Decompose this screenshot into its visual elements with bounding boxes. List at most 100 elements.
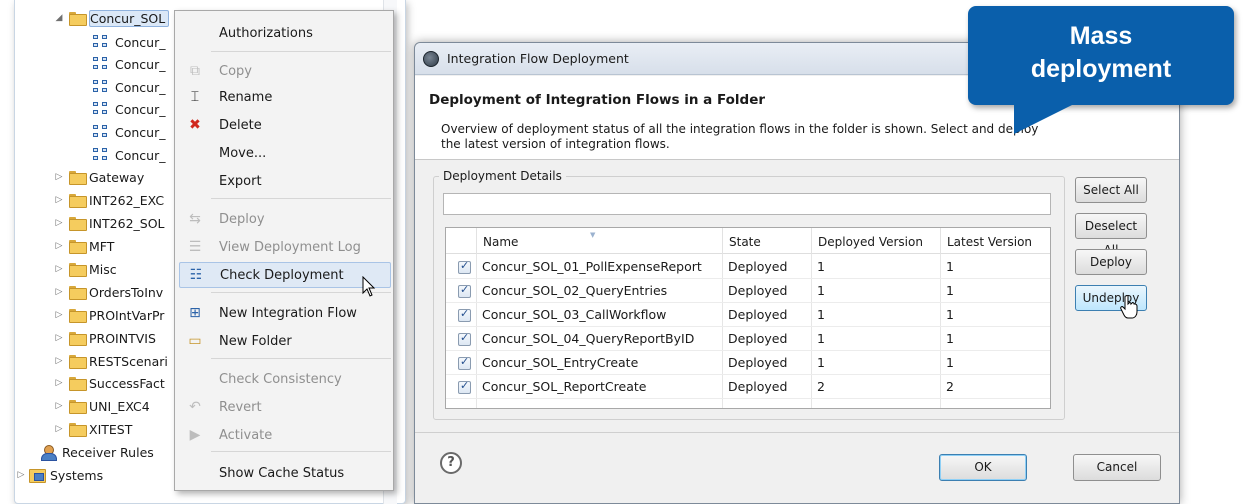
menu-item-copy[interactable]: ⧉ Copy (175, 58, 393, 84)
tree-item[interactable]: ◢ Concur_SOL (53, 7, 170, 29)
cell-deployed: 1 (817, 307, 825, 322)
menu-item-new-integration-flow[interactable]: ⊞ New Integration Flow (175, 300, 393, 326)
column-header-name[interactable]: Name (476, 228, 722, 254)
tree-item-label: Concur_ (115, 101, 166, 117)
tree-item[interactable]: Concur_ (91, 144, 165, 166)
tree-item[interactable]: ▷ SuccessFact (53, 372, 165, 394)
folder-icon (69, 355, 87, 369)
tree-item[interactable]: ▷ PROIntVarPr (53, 304, 164, 326)
menu-item-activate[interactable]: ▶ Activate (175, 422, 393, 448)
expand-arrow-icon[interactable]: ▷ (53, 287, 65, 297)
tree-item[interactable]: ▷ RESTScenari (53, 350, 168, 372)
tree-item[interactable]: ▷ PROINTVIS (53, 327, 156, 349)
expand-arrow-icon[interactable]: ▷ (15, 470, 27, 480)
menu-item-view-deployment-log[interactable]: ☰ View Deployment Log (175, 234, 393, 260)
row-checkbox[interactable] (458, 355, 471, 370)
column-header-state[interactable]: State (722, 228, 811, 254)
deselect-all-button[interactable]: Deselect All (1075, 213, 1147, 257)
tree-item[interactable]: Concur_ (91, 53, 165, 75)
tree-item[interactable]: ▷ Misc (53, 258, 117, 280)
menu-item-delete[interactable]: ✖ Delete (175, 112, 393, 138)
tree-item[interactable]: Concur_ (91, 121, 165, 143)
menu-item-deploy[interactable]: ⇆ Deploy (175, 206, 393, 232)
integration-flow-icon (93, 57, 109, 71)
tree-item[interactable]: Concur_ (91, 98, 165, 120)
expand-arrow-icon[interactable]: ▷ (53, 172, 65, 182)
column-header-latest-version[interactable]: Latest Version (940, 228, 1050, 254)
folder-icon (69, 240, 87, 254)
cell-name: Concur_SOL_ReportCreate (482, 379, 647, 394)
cell-name: Concur_SOL_03_CallWorkflow (482, 307, 667, 322)
deploy-button[interactable]: Deploy (1075, 249, 1147, 275)
row-checkbox[interactable] (458, 331, 471, 346)
menu-item-authorizations[interactable]: Authorizations (175, 20, 393, 46)
table-row[interactable]: Concur_SOL_04_QueryReportByID Deployed 1 1 (446, 327, 1050, 351)
row-checkbox[interactable] (458, 283, 471, 298)
tree-item[interactable]: Receiver Rules (39, 441, 154, 463)
menu-item-label: Activate (219, 427, 273, 443)
folder-icon (69, 194, 87, 208)
tree-item-label: Concur_SOL (89, 9, 170, 27)
menu-item-new-folder[interactable]: ▭ New Folder (175, 328, 393, 354)
menu-item-export[interactable]: Export (175, 168, 393, 194)
menu-item-move[interactable]: Move... (175, 140, 393, 166)
menu-item-label: Check Consistency (219, 371, 342, 387)
tree-item[interactable]: ▷ INT262_EXC (53, 189, 164, 211)
new-folder-icon: ▭ (188, 333, 202, 349)
expand-arrow-icon[interactable]: ▷ (53, 241, 65, 251)
table-row[interactable]: Concur_SOL_01_PollExpenseReport Deployed 1… (446, 255, 1050, 279)
menu-item-rename[interactable]: ⌶ Rename (175, 84, 393, 110)
tree-item[interactable]: ▷ MFT (53, 235, 114, 257)
table-row[interactable]: Concur_SOL_03_CallWorkflow Deployed 1 1 (446, 303, 1050, 327)
table-row[interactable]: Concur_SOL_EntryCreate Deployed 1 1 (446, 351, 1050, 375)
row-checkbox[interactable] (458, 259, 471, 274)
menu-item-label: Delete (219, 117, 262, 133)
tree-item[interactable]: ▷ Systems (15, 464, 103, 486)
cell-deployed: 1 (817, 331, 825, 346)
tree-item[interactable]: Concur_ (91, 31, 165, 53)
tree-item[interactable]: ▷ OrdersToInv (53, 281, 163, 303)
expand-arrow-icon[interactable]: ▷ (53, 264, 65, 274)
row-checkbox[interactable] (458, 379, 471, 394)
expand-arrow-icon[interactable]: ▷ (53, 218, 65, 228)
tree-item-label: Gateway (89, 169, 145, 185)
ok-button[interactable]: OK (939, 454, 1027, 481)
menu-item-check-consistency[interactable]: Check Consistency (175, 366, 393, 392)
tree-item-label: MFT (89, 238, 115, 254)
menu-item-check-deployment[interactable]: ☷ Check Deployment (179, 262, 391, 288)
cell-latest: 1 (946, 259, 954, 274)
filter-input[interactable] (443, 193, 1051, 215)
sort-indicator-icon: ▼ (590, 231, 596, 239)
cancel-button[interactable]: Cancel (1073, 454, 1161, 481)
tree-item[interactable]: ▷ XITEST (53, 418, 132, 440)
expand-arrow-open-icon[interactable]: ◢ (53, 13, 65, 23)
menu-item-label: Copy (219, 63, 252, 79)
help-icon[interactable]: ? (440, 452, 462, 474)
menu-item-show-cache-status[interactable]: Show Cache Status (175, 460, 393, 486)
expand-arrow-icon[interactable]: ▷ (53, 356, 65, 366)
expand-arrow-icon[interactable]: ▷ (53, 378, 65, 388)
tree-item[interactable]: ▷ Gateway (53, 166, 144, 188)
deployment-details-label: Deployment Details (439, 169, 566, 183)
row-checkbox[interactable] (458, 307, 471, 322)
expand-arrow-icon[interactable]: ▷ (53, 310, 65, 320)
dialog-footer-divider (415, 432, 1179, 433)
expand-arrow-icon[interactable]: ▷ (53, 333, 65, 343)
table-row[interactable]: Concur_SOL_ReportCreate Deployed 2 2 (446, 375, 1050, 399)
integration-flow-icon (93, 125, 109, 139)
cell-name: Concur_SOL_EntryCreate (482, 355, 639, 370)
menu-item-revert[interactable]: ↶ Revert (175, 394, 393, 420)
tree-item[interactable]: ▷ INT262_SOL (53, 212, 165, 234)
expand-arrow-icon[interactable]: ▷ (53, 195, 65, 205)
cell-latest: 1 (946, 355, 954, 370)
tree-item[interactable]: Concur_ (91, 76, 165, 98)
menu-separator (211, 451, 391, 452)
expand-arrow-icon[interactable]: ▷ (53, 401, 65, 411)
expand-arrow-icon[interactable]: ▷ (53, 424, 65, 434)
cell-state: Deployed (728, 283, 788, 298)
column-header-deployed-version[interactable]: Deployed Version (811, 228, 940, 254)
tree-item[interactable]: ▷ UNI_EXC4 (53, 395, 150, 417)
select-all-button[interactable]: Select All (1075, 177, 1147, 203)
table-row[interactable]: Concur_SOL_02_QueryEntries Deployed 1 1 (446, 279, 1050, 303)
menu-item-label: View Deployment Log (219, 239, 361, 255)
